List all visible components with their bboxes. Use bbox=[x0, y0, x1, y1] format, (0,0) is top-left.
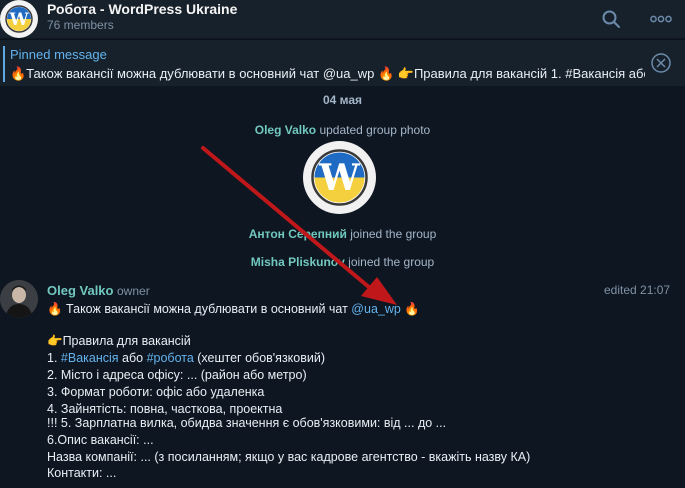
service-message: Misha Pliskunov joined the group bbox=[0, 255, 685, 269]
service-user[interactable]: Oleg Valko bbox=[255, 123, 316, 137]
service-text: joined the group bbox=[346, 227, 437, 241]
pinned-accent-bar bbox=[3, 46, 5, 82]
hashtag-link[interactable]: #робота bbox=[147, 351, 194, 365]
more-icon bbox=[650, 15, 672, 23]
group-title: Робота - WordPress Ukraine bbox=[47, 1, 238, 17]
rule-line: Контакти: ... bbox=[47, 466, 117, 480]
rule-line: 2. Місто і адреса офісу: ... (район або … bbox=[47, 368, 307, 382]
service-text: updated group photo bbox=[316, 123, 431, 137]
rules-header: 👉Правила для вакансій bbox=[47, 334, 191, 348]
message-line: 1. #Вакансія або #робота (хештег обов'яз… bbox=[47, 351, 325, 365]
message-text: або bbox=[118, 351, 147, 365]
chat-header[interactable]: W Робота - WordPress Ukraine 76 members bbox=[0, 0, 685, 38]
author-avatar[interactable] bbox=[0, 280, 38, 318]
pinned-text: 🔥Також вакансії можна дублювати в основн… bbox=[10, 66, 645, 81]
message-text: (хештег обов'язковий) bbox=[193, 351, 326, 365]
wordpress-logo-icon: W bbox=[311, 149, 368, 206]
rule-line: 3. Формат роботи: офіс або удаленка bbox=[47, 385, 265, 399]
date-separator: 04 мая bbox=[322, 93, 363, 107]
pinned-label: Pinned message bbox=[10, 47, 107, 62]
new-group-photo[interactable]: W bbox=[303, 141, 376, 214]
member-count: 76 members bbox=[47, 18, 114, 32]
message-line: 🔥 Також вакансії можна дублювати в основ… bbox=[47, 302, 420, 317]
rule-line: !!! 5. Зарплатна вилка, обидва значення … bbox=[47, 416, 447, 430]
author-role: owner bbox=[117, 284, 150, 298]
service-text: joined the group bbox=[344, 255, 435, 269]
svg-text:W: W bbox=[8, 10, 29, 30]
hashtag-link[interactable]: #Вакансія bbox=[61, 351, 119, 365]
rule-line: 6.Опис вакансії: ... bbox=[47, 433, 154, 447]
service-user[interactable]: Антон Серепний bbox=[249, 227, 347, 241]
more-button[interactable] bbox=[648, 6, 674, 32]
pinned-message-bar[interactable]: Pinned message 🔥Також вакансії можна дуб… bbox=[0, 39, 685, 86]
wordpress-logo-icon: W bbox=[5, 5, 33, 33]
search-icon bbox=[602, 10, 620, 28]
message-text: 🔥 Також вакансії можна дублювати в основ… bbox=[47, 302, 352, 316]
message-time: edited 21:07 bbox=[604, 283, 671, 297]
message-text: 1. bbox=[47, 351, 61, 365]
service-user[interactable]: Misha Pliskunov bbox=[251, 255, 345, 269]
message-text: 🔥 bbox=[400, 302, 420, 316]
group-avatar[interactable]: W bbox=[0, 0, 38, 38]
svg-text:W: W bbox=[318, 157, 360, 199]
close-icon bbox=[651, 53, 671, 73]
search-button[interactable] bbox=[598, 6, 624, 32]
service-message: Антон Серепний joined the group bbox=[0, 227, 685, 241]
service-message: Oleg Valko updated group photo bbox=[0, 123, 685, 137]
person-avatar-icon bbox=[0, 280, 38, 318]
rule-line: 4. Зайнятість: повна, часткова, проектна bbox=[47, 402, 283, 416]
mention-link[interactable]: @ua_wp bbox=[351, 302, 401, 316]
unpin-button[interactable] bbox=[650, 52, 672, 74]
message-author[interactable]: Oleg Valko bbox=[47, 283, 113, 298]
rule-line: Назва компанії: ... (з посиланням; якщо … bbox=[47, 450, 531, 464]
